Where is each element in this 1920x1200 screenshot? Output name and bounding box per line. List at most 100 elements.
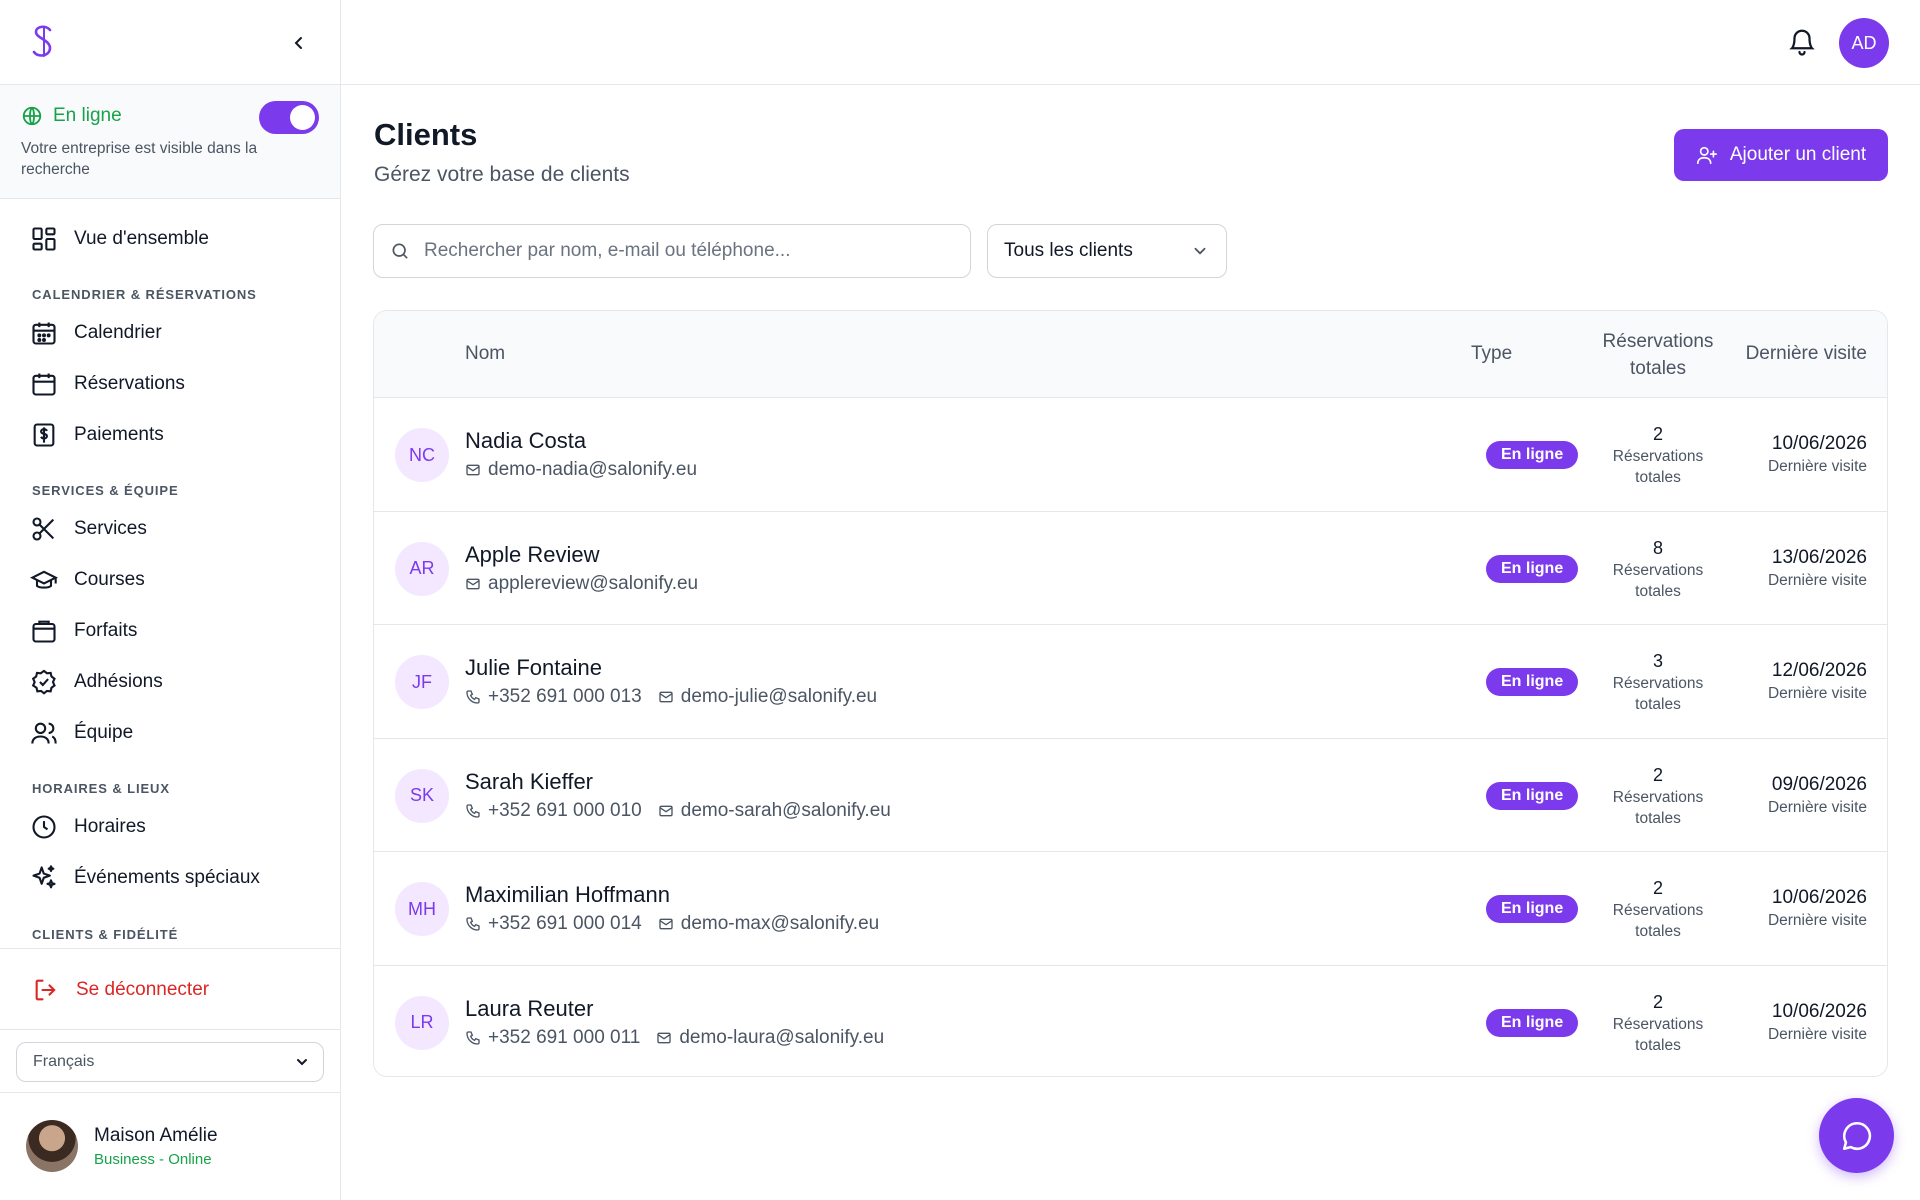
- business-name: Maison Amélie: [94, 1124, 218, 1146]
- sidebar-item-packages[interactable]: Forfaits: [30, 616, 137, 646]
- client-name: Maximilian Hoffmann: [465, 882, 671, 907]
- language-area: Français: [0, 1030, 340, 1093]
- table-row[interactable]: JF Julie Fontaine +352 691 000 013 demo-jul…: [374, 625, 1887, 739]
- last-visit-date: 10/06/2026: [1771, 1000, 1867, 1022]
- language-select[interactable]: Français: [16, 1042, 324, 1082]
- email-text: demo-max@salonify.eu: [680, 913, 880, 934]
- client-name: Apple Review: [465, 541, 600, 567]
- last-visit-date: 09/06/2026: [1771, 773, 1867, 795]
- language-value: Français: [33, 1053, 95, 1070]
- calendar-icon: [32, 373, 56, 396]
- last-visit-label: Dernière visite: [1767, 571, 1867, 589]
- online-status: En ligne: [21, 105, 122, 127]
- email-text: applereview@salonify.eu: [488, 572, 699, 594]
- client-avatar: JF: [395, 655, 449, 709]
- client-filter-select[interactable]: Tous les clients: [987, 224, 1227, 278]
- sidebar-item-courses[interactable]: Courses: [30, 565, 145, 595]
- table-row[interactable]: LR Laura Reuter +352 691 000 011 demo-laura…: [374, 966, 1887, 1077]
- last-visit-cell: 10/06/2026 Dernière visite: [1768, 1000, 1867, 1045]
- sidebar-item-memberships[interactable]: Adhésions: [30, 667, 163, 697]
- client-avatar: AR: [395, 541, 449, 596]
- reservations-count: 8: [1652, 537, 1663, 558]
- logout-button[interactable]: Se déconnecter: [32, 976, 209, 1004]
- client-email: demo-nadia@salonify.eu: [465, 459, 697, 481]
- header-reservations[interactable]: Réservations totales: [1578, 328, 1738, 382]
- collapse-sidebar-button[interactable]: [286, 30, 312, 56]
- last-visit-label: Dernière visite: [1767, 912, 1867, 929]
- users-icon: [31, 722, 57, 744]
- sidebar-item-events[interactable]: Événements spéciaux: [30, 863, 260, 893]
- add-client-button[interactable]: Ajouter un client: [1674, 129, 1888, 181]
- client-phone: +352 691 000 014: [465, 913, 642, 935]
- clock-icon: [32, 815, 56, 839]
- table-row[interactable]: NC Nadia Costa demo-nadia@salonify.eu En li…: [374, 398, 1887, 512]
- header-type[interactable]: Type: [1471, 343, 1512, 365]
- mail-icon: [659, 918, 673, 930]
- reservations-count: 3: [1652, 651, 1663, 671]
- dollar-icon: [33, 423, 55, 447]
- sidebar-item-reservations[interactable]: Réservations: [30, 369, 185, 399]
- reservations-cell: 2 Réservations totales: [1578, 990, 1738, 1056]
- table-row[interactable]: SK Sarah Kieffer +352 691 000 010 demo-sara…: [374, 739, 1887, 852]
- logout-icon: [35, 979, 56, 1001]
- reservations-count: 2: [1652, 424, 1663, 444]
- search-icon: [392, 243, 408, 259]
- client-email: demo-laura@salonify.eu: [656, 1027, 884, 1049]
- client-avatar: LR: [395, 995, 449, 1050]
- reservations-count: 2: [1652, 764, 1663, 785]
- calendar-grid-icon: [32, 322, 56, 345]
- chevron-left-icon: [294, 37, 302, 49]
- sidebar-header: [0, 0, 340, 85]
- mail-icon: [659, 805, 673, 816]
- mail-icon: [659, 691, 673, 703]
- section-calendar: CALENDRIER & RÉSERVATIONS: [32, 287, 257, 302]
- sidebar-item-overview[interactable]: Vue d'ensemble: [30, 224, 209, 254]
- check-badge-icon: [31, 669, 56, 695]
- page-subtitle: Gérez votre base de clients: [374, 163, 630, 186]
- header-name[interactable]: Nom: [465, 343, 505, 365]
- table-row[interactable]: AR Apple Review applereview@salonify.eu En …: [374, 512, 1887, 625]
- client-avatar: NC: [395, 428, 449, 482]
- reservations-count: 2: [1652, 878, 1663, 898]
- sidebar-item-hours[interactable]: Horaires: [30, 812, 146, 842]
- search-input[interactable]: [424, 240, 954, 262]
- logo-icon[interactable]: [28, 24, 58, 60]
- table-row[interactable]: MH Maximilian Hoffmann +352 691 000 014 dem…: [374, 852, 1887, 966]
- last-visit-cell: 13/06/2026 Dernière visite: [1768, 546, 1867, 591]
- sidebar-nav: Vue d'ensemble CALENDRIER & RÉSERVATIONS…: [0, 200, 340, 947]
- graduation-cap-icon: [30, 570, 58, 589]
- client-email: demo-max@salonify.eu: [658, 913, 879, 935]
- email-text: demo-sarah@salonify.eu: [680, 799, 891, 821]
- table-body: NC Nadia Costa demo-nadia@salonify.eu En li…: [374, 398, 1887, 1077]
- logout-area: Se déconnecter: [0, 948, 340, 1030]
- last-visit-label: Dernière visite: [1767, 458, 1867, 475]
- section-services: SERVICES & ÉQUIPE: [32, 483, 179, 498]
- header-last-visit[interactable]: Dernière visite: [1746, 343, 1867, 365]
- email-text: demo-nadia@salonify.eu: [488, 459, 698, 480]
- client-name: Laura Reuter: [465, 995, 594, 1021]
- bell-icon[interactable]: [1787, 27, 1817, 57]
- mail-icon: [466, 578, 480, 589]
- reservations-cell: 3 Réservations totales: [1578, 649, 1738, 715]
- sidebar-item-team[interactable]: Équipe: [30, 718, 133, 748]
- last-visit-date: 13/06/2026: [1771, 546, 1867, 568]
- sidebar-item-label: Paiements: [74, 424, 164, 445]
- section-hours: HORAIRES & LIEUX: [32, 781, 170, 796]
- user-avatar[interactable]: AD: [1839, 18, 1889, 68]
- business-profile[interactable]: Maison Amélie Business - Online: [26, 1120, 218, 1172]
- add-client-label: Ajouter un client: [1729, 144, 1867, 165]
- type-badge: En ligne: [1486, 781, 1579, 810]
- chat-button[interactable]: [1819, 1098, 1894, 1173]
- reservations-cell: 8 Réservations totales: [1578, 536, 1738, 602]
- sidebar-item-services[interactable]: Services: [30, 514, 147, 544]
- online-toggle[interactable]: [259, 101, 319, 134]
- sidebar-item-calendar[interactable]: Calendrier: [30, 318, 162, 348]
- type-badge: En ligne: [1486, 1008, 1579, 1037]
- sidebar-item-payments[interactable]: Paiements: [30, 420, 164, 450]
- phone-text: +352 691 000 013: [488, 686, 642, 707]
- type-badge: En ligne: [1486, 554, 1579, 583]
- sidebar-item-label: Événements spéciaux: [74, 867, 260, 888]
- clients-table: Nom Type Réservations totales Dernière v…: [373, 310, 1888, 1077]
- sidebar-item-label: Équipe: [74, 722, 134, 743]
- globe-icon: [22, 106, 42, 126]
